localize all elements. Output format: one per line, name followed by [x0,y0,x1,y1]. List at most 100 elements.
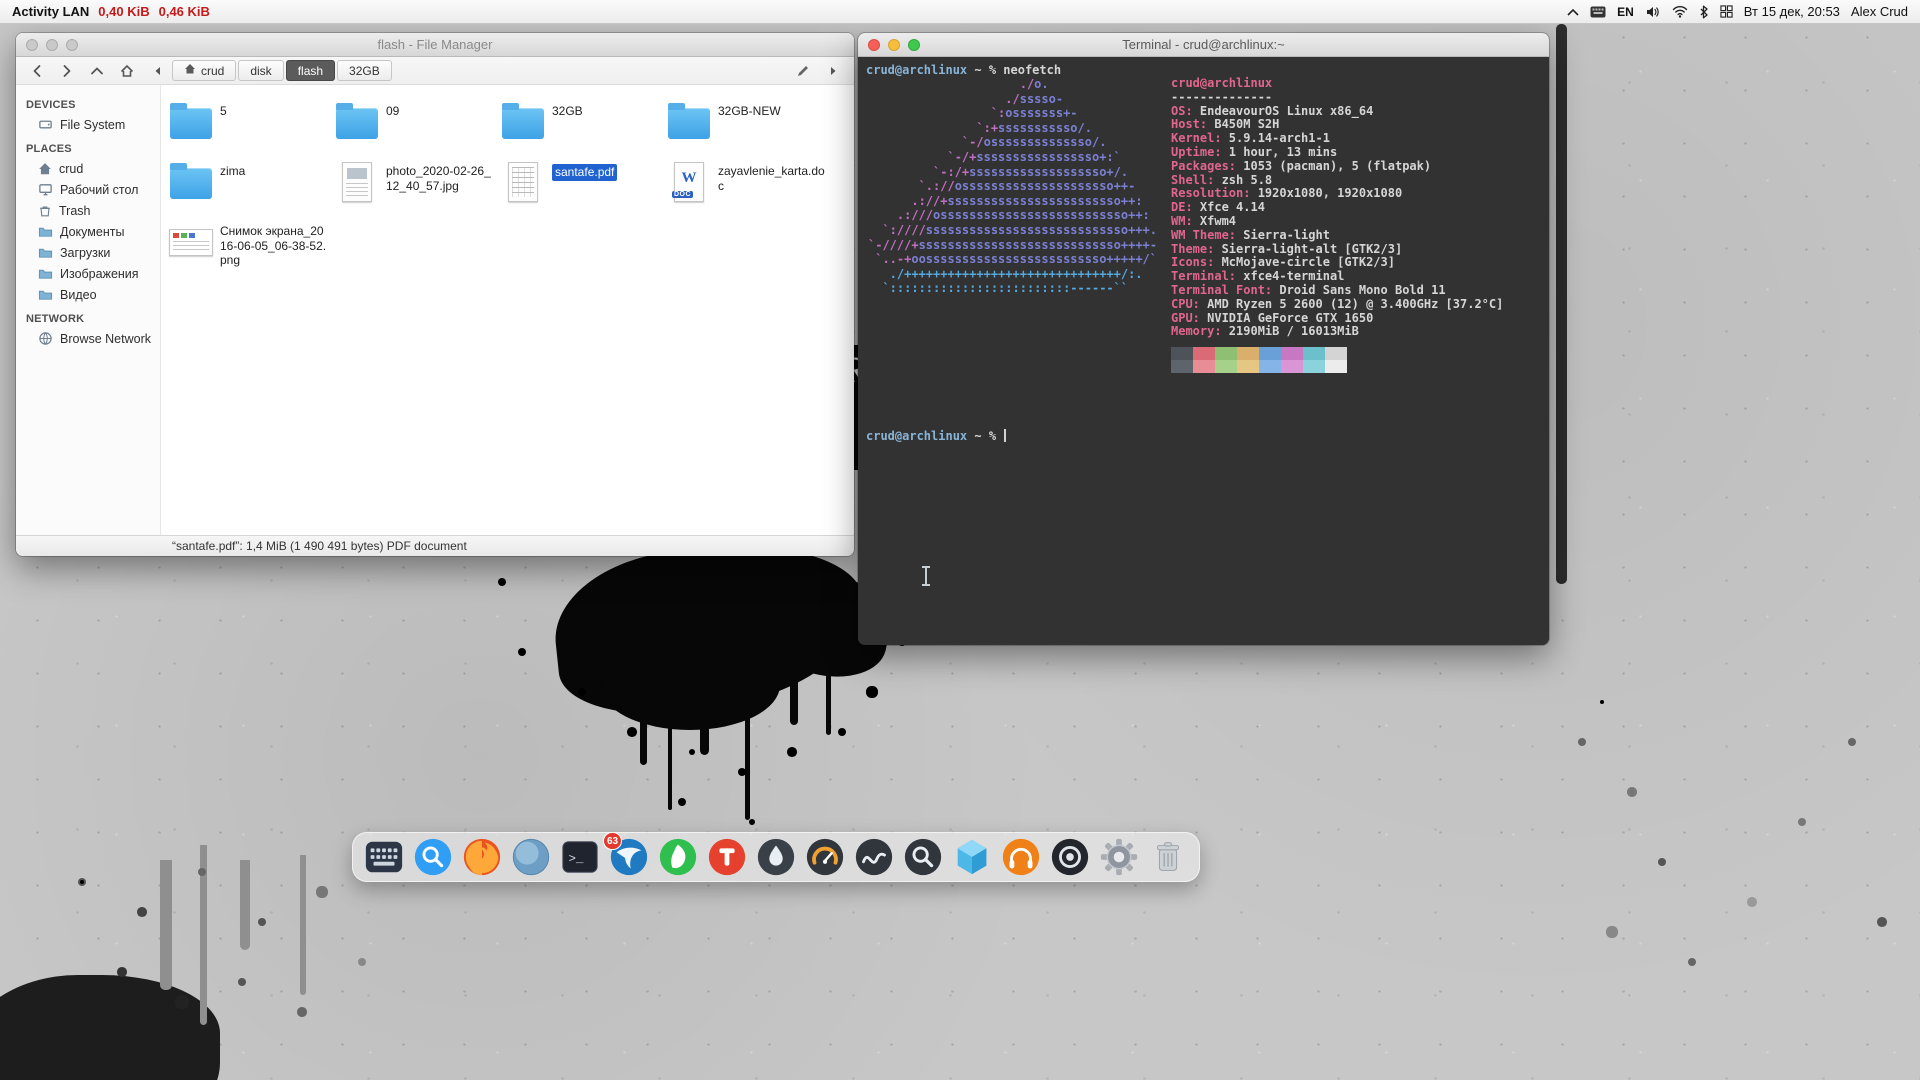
file-manager-titlebar[interactable]: flash - File Manager [16,33,854,57]
keyboard-layout-icon[interactable] [1590,6,1606,18]
neofetch-info-line: WM: Xfwm4 [1171,215,1503,229]
home-button[interactable] [114,60,140,82]
minimize-button[interactable] [888,39,900,51]
terminal-output[interactable]: crud@archlinux ~ % neofetch ./o. ./sssso… [858,57,1549,645]
dock-item-curve-app[interactable] [853,836,895,878]
breadcrumb-item-crud[interactable]: crud [172,60,236,81]
ascii-art-line: `..-+oosssssssssssssssssssssssso+++++/` [868,252,1157,267]
file-5[interactable]: 5 [168,99,328,155]
toolbar-overflow-icon[interactable] [820,60,846,82]
file-32gb[interactable]: 32GB [500,99,660,155]
sidebar-item-загрузки[interactable]: Загрузки [16,242,160,263]
palette-swatch [1325,360,1347,373]
clock[interactable]: Вт 15 дек, 20:53 [1744,4,1840,19]
paint-drip [300,855,306,995]
dock-item-trash[interactable] [1147,836,1189,878]
image-icon-wrap [334,159,380,205]
folder-icon [38,287,53,302]
workspace-grid-icon[interactable] [1720,5,1733,18]
breadcrumb-item-32gb[interactable]: 32GB [337,60,392,81]
folder-icon-wrap [666,99,712,145]
sidebar-item-crud[interactable]: crud [16,158,160,179]
prompt-user: crud@archlinux [866,63,967,77]
minimize-button[interactable] [46,39,58,51]
file-09[interactable]: 09 [334,99,494,155]
dock-item-dark-search-app[interactable] [902,836,944,878]
neofetch-info-line: CPU: AMD Ryzen 5 2600 (12) @ 3.400GHz [3… [1171,298,1503,312]
up-button[interactable] [84,60,110,82]
dock-item-thunderbird[interactable]: 63 [608,836,650,878]
dock-item-green-app[interactable] [657,836,699,878]
color-palette-row [1171,360,1503,373]
sidebar-item-документы[interactable]: Документы [16,221,160,242]
neofetch-separator: -------------- [1171,91,1503,105]
folder-icon-wrap [168,99,214,145]
dock: >_63 [352,832,1200,882]
dock-item-terminal-app[interactable]: >_ [559,836,601,878]
paint-drip [240,860,250,950]
file-32gb-new[interactable]: 32GB-NEW [666,99,826,155]
sidebar-item-file-system[interactable]: File System [16,114,160,135]
edit-path-icon[interactable] [790,60,816,82]
fm-files[interactable]: 5 0932GB32GB-NEW zimaphoto_2020-02-26_12_4… [161,85,854,535]
network-tx-rate: 0,46 KiB [159,4,210,19]
dock-item-gauge-app[interactable] [804,836,846,878]
sidebar-item-рабочий-стол[interactable]: Рабочий стол [16,179,160,200]
dock-item-lens-app[interactable] [1049,836,1091,878]
file-photo-2020-02-26-12-40-57-jpg[interactable]: photo_2020-02-26_12_40_57.jpg [334,159,494,215]
breadcrumb-label: crud [201,64,224,78]
dock-item-red-app[interactable] [706,836,748,878]
file-label: 09 [386,104,494,155]
language-indicator[interactable]: EN [1617,5,1634,19]
sidebar-item-browse-network[interactable]: Browse Network [16,328,160,349]
user-menu[interactable]: Alex Crud [1851,4,1908,19]
back-button[interactable] [24,60,50,82]
ascii-art-line: .:///ossssssssssssssssssssssssso++: [868,208,1157,223]
terminal-titlebar[interactable]: Terminal - crud@archlinux:~ [858,33,1549,57]
activity-menu[interactable]: Activity LAN [12,4,89,19]
file-santafe-pdf[interactable]: santafe.pdf [500,159,660,215]
file-label: zima [220,164,328,215]
menubar-left: Activity LAN 0,40 KiB 0,46 KiB [12,4,210,19]
forward-button[interactable] [54,60,80,82]
breadcrumb-item-disk[interactable]: disk [238,60,283,81]
dock-item-gem-app[interactable] [951,836,993,878]
dock-item-headphones-app[interactable] [1000,836,1042,878]
neofetch-info-line: Icons: McMojave-circle [GTK2/3] [1171,256,1503,270]
neofetch-ascii-art: ./o. ./sssso- `:osssssss+- `:+ssssssssss… [868,77,1157,296]
file-снимок-экрана-2016-06-05-06-38-52-png[interactable]: Снимок экрана_2016-06-05_06-38-52.png [168,219,328,275]
image-icon-wrap [168,219,214,265]
bluetooth-icon[interactable] [1699,5,1709,19]
dock-item-globe-app[interactable] [510,836,552,878]
close-button[interactable] [26,39,38,51]
home-icon [184,63,196,78]
dock-item-keyboard-app[interactable] [363,836,405,878]
wifi-icon[interactable] [1672,5,1688,18]
dock-item-settings-app[interactable] [1098,836,1140,878]
breadcrumb-item-flash[interactable]: flash [286,60,335,81]
palette-swatch [1193,360,1215,373]
folder-icon-wrap [334,99,380,145]
notification-badge: 63 [603,832,622,850]
file-zayavlenie-karta-doc[interactable]: WDOCzayavlenie_karta.doc [666,159,826,215]
dock-item-search-blue-app[interactable] [412,836,454,878]
sidebar-item-label: Изображения [60,267,139,281]
sidebar-item-trash[interactable]: Trash [16,200,160,221]
breadcrumb-scroll-left[interactable] [150,60,166,81]
close-button[interactable] [868,39,880,51]
neofetch-info-line: Packages: 1053 (pacman), 5 (flatpak) [1171,160,1503,174]
sidebar-item-видео[interactable]: Видео [16,284,160,305]
terminal-prompt[interactable]: crud@archlinux ~ % [866,429,1541,443]
neofetch-info-line: Theme: Sierra-light-alt [GTK2/3] [1171,243,1503,257]
sidebar-item-изображения[interactable]: Изображения [16,263,160,284]
dock-item-firefox[interactable] [461,836,503,878]
home-icon [38,162,52,176]
zoom-button[interactable] [908,39,920,51]
volume-icon[interactable] [1645,5,1661,19]
palette-swatch [1193,347,1215,360]
zoom-button[interactable] [66,39,78,51]
caret-up-icon[interactable] [1567,8,1579,16]
neofetch-info-line: Kernel: 5.9.14-arch1-1 [1171,132,1503,146]
dock-item-droplet-app[interactable] [755,836,797,878]
file-zima[interactable]: zima [168,159,328,215]
